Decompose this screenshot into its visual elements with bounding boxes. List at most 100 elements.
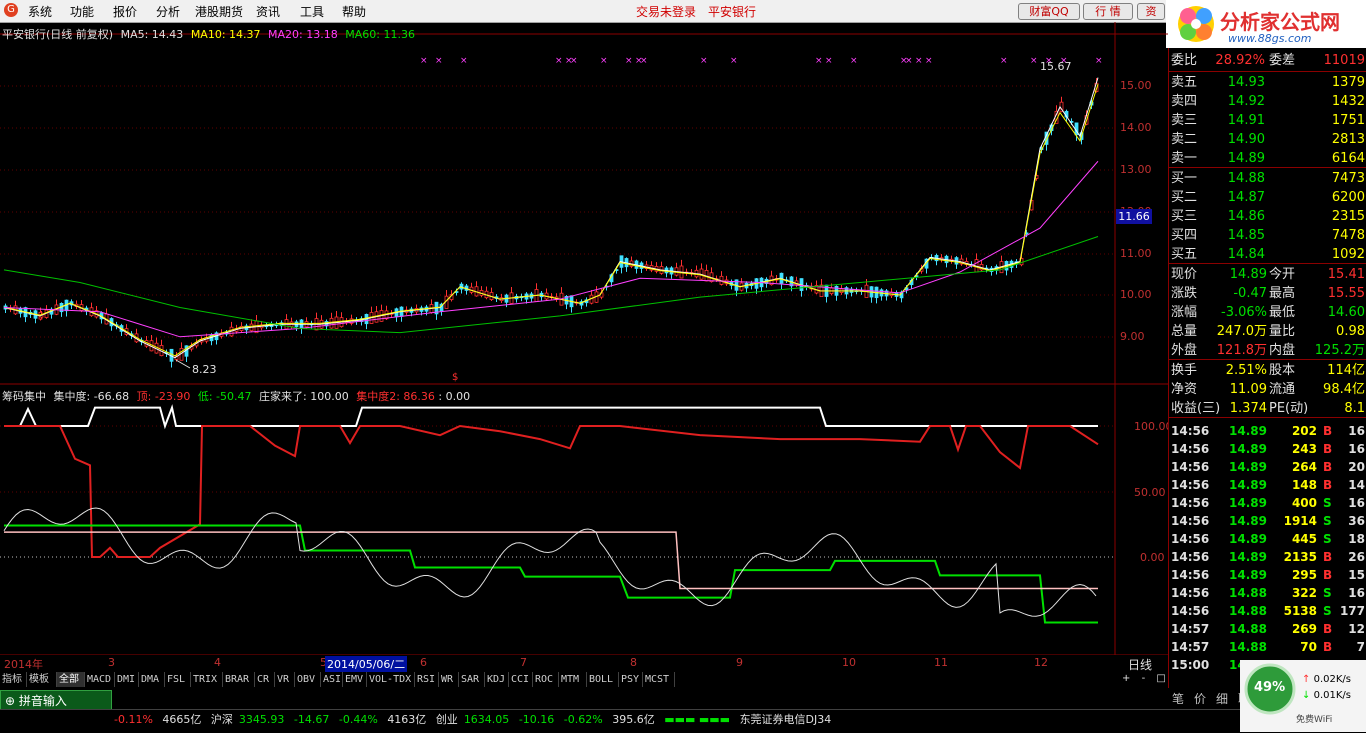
tab-roc[interactable]: ROC	[533, 672, 559, 687]
tick-price: 14.88	[1229, 622, 1267, 636]
caifu-qq-button[interactable]: 财富QQ	[1018, 3, 1080, 20]
tick-count: 16	[1348, 424, 1365, 438]
network-widget[interactable]: 49% ↑ 0.02K/s ↓ 0.01K/s 免费WiFi	[1240, 660, 1366, 732]
tab-brar[interactable]: BRAR	[223, 672, 255, 687]
menu-quote[interactable]: 报价	[113, 3, 137, 20]
quote-label: 涨幅	[1171, 305, 1198, 320]
ask-volume: 1379	[1331, 75, 1365, 90]
ind-y-50: 50.00	[1134, 486, 1166, 499]
tick-count: 15	[1348, 568, 1365, 582]
chart-canvas[interactable]: × × × × ×× × × ×× × × × × × ×× × × × × × × ×$	[0, 22, 1168, 655]
tab-psy[interactable]: PSY	[619, 672, 643, 687]
ask-row[interactable]: 卖三 14.91 1751	[1169, 112, 1366, 130]
ask-price: 14.92	[1227, 94, 1265, 109]
bid-volume: 7478	[1331, 228, 1365, 243]
info-button[interactable]: 资	[1137, 3, 1165, 20]
cy-amount: 395.6亿	[612, 713, 655, 726]
bid-row[interactable]: 买五 14.84 1092	[1169, 246, 1366, 264]
market-button[interactable]: 行 情	[1083, 3, 1133, 20]
y-tick-11: 11.00	[1120, 247, 1152, 260]
chart-title-row: 平安银行(日线 前复权) MA5: 14.43 MA10: 14.37 MA20…	[2, 26, 415, 42]
broker-name[interactable]: 东莞证券电信DJ34	[740, 713, 832, 726]
tab-bi[interactable]: 笔	[1172, 690, 1184, 707]
tick-time: 14:56	[1171, 568, 1210, 582]
chart-area[interactable]: × × × × × × × × × × × × × × × × × × × × × × × × $ 平安银行(日线 前复权) M…	[0, 22, 1173, 655]
download-speed: ↓ 0.01K/s	[1302, 690, 1351, 701]
tab-macd[interactable]: MACD	[85, 672, 115, 687]
menu-tools[interactable]: 工具	[300, 3, 324, 20]
cy-label[interactable]: 创业	[436, 713, 458, 726]
panel-bottom-tabs: 笔 价 细 联	[1168, 690, 1250, 708]
tab-kdj[interactable]: KDJ	[485, 672, 509, 687]
ask-row[interactable]: 卖二 14.90 2813	[1169, 131, 1366, 149]
tick-side: S	[1323, 496, 1332, 510]
tick-time: 14:56	[1171, 550, 1210, 564]
square-icon[interactable]: □	[1156, 673, 1165, 684]
tab-template[interactable]: 模板	[27, 672, 57, 687]
tab-mcst[interactable]: MCST	[643, 672, 675, 687]
bid-label: 买一	[1171, 171, 1198, 186]
hs-value: 3345.93	[238, 713, 285, 726]
bid-row[interactable]: 买三 14.86 2315	[1169, 208, 1366, 226]
tick-side: B	[1323, 550, 1333, 564]
zoom-controls[interactable]: + - □	[1118, 673, 1166, 687]
tab-fsl[interactable]: FSL	[165, 672, 191, 687]
zoom-out-icon[interactable]: -	[1142, 673, 1146, 684]
tab-mtm[interactable]: MTM	[559, 672, 587, 687]
menu-hk-futures[interactable]: 港股期货	[195, 3, 243, 20]
zoom-in-icon[interactable]: +	[1122, 673, 1130, 684]
quote-label: 外盘	[1171, 343, 1198, 358]
tab-indicator[interactable]: 指标	[0, 672, 27, 687]
tab-dma[interactable]: DMA	[139, 672, 165, 687]
tab-sar[interactable]: SAR	[459, 672, 485, 687]
tick-time: 14:56	[1171, 442, 1210, 456]
wifi-label[interactable]: 免费WiFi	[1296, 712, 1332, 725]
y-tick-15: 15.00	[1120, 79, 1152, 92]
tab-obv[interactable]: OBV	[295, 672, 321, 687]
tick-row: 14:56 14.89 264 B 20	[1169, 458, 1366, 476]
tick-volume: 445	[1291, 532, 1317, 546]
menu-function[interactable]: 功能	[70, 3, 94, 20]
bid-row[interactable]: 买四 14.85 7478	[1169, 227, 1366, 245]
quote-value: 247.0万	[1216, 324, 1267, 339]
tab-emv[interactable]: EMV	[343, 672, 367, 687]
period-label[interactable]: 日线	[1128, 656, 1152, 673]
tab-jia[interactable]: 价	[1194, 690, 1206, 707]
bid-row[interactable]: 买二 14.87 6200	[1169, 189, 1366, 207]
tab-xi[interactable]: 细	[1216, 690, 1228, 707]
menu-help[interactable]: 帮助	[342, 3, 366, 20]
tab-wr[interactable]: WR	[439, 672, 459, 687]
tick-row: 14:56 14.89 400 S 16	[1169, 494, 1366, 512]
ask-row[interactable]: 卖一 14.89 6164	[1169, 150, 1366, 168]
indicator-top: 顶: -23.90	[136, 390, 191, 403]
tab-asi[interactable]: ASI	[321, 672, 343, 687]
brand-banner: 分析家公式网 www.88gs.com	[1166, 0, 1366, 48]
bid-label: 买五	[1171, 247, 1198, 262]
ask-row[interactable]: 卖四 14.92 1432	[1169, 93, 1366, 111]
bid-price: 14.85	[1227, 228, 1265, 243]
tab-rsi[interactable]: RSI	[415, 672, 439, 687]
tick-row: 14:56 14.89 1914 S 36	[1169, 512, 1366, 530]
menu-analysis[interactable]: 分析	[156, 3, 180, 20]
hs-label[interactable]: 沪深	[211, 713, 233, 726]
tab-boll[interactable]: BOLL	[587, 672, 619, 687]
app-logo-icon[interactable]: G	[4, 3, 18, 17]
fund-label-2: 流通	[1269, 382, 1296, 397]
tick-side: S	[1323, 604, 1332, 618]
tab-vr[interactable]: VR	[275, 672, 295, 687]
menu-news[interactable]: 资讯	[256, 3, 280, 20]
ask-label: 卖五	[1171, 75, 1198, 90]
bid-row[interactable]: 买一 14.88 7473	[1169, 170, 1366, 188]
login-status[interactable]: 交易未登录	[636, 3, 696, 20]
tab-cci[interactable]: CCI	[509, 672, 533, 687]
tab-dmi[interactable]: DMI	[115, 672, 139, 687]
tab-cr[interactable]: CR	[255, 672, 275, 687]
brand-name: 分析家公式网	[1220, 10, 1340, 34]
tab-all[interactable]: 全部	[57, 672, 85, 687]
fund-row: 净资 11.09 流通 98.4亿	[1169, 381, 1366, 399]
tab-vol-tdx[interactable]: VOL-TDX	[367, 672, 415, 687]
ask-row[interactable]: 卖五 14.93 1379	[1169, 74, 1366, 92]
menu-system[interactable]: 系统	[28, 3, 52, 20]
tick-volume: 1914	[1283, 514, 1317, 528]
tab-trix[interactable]: TRIX	[191, 672, 223, 687]
